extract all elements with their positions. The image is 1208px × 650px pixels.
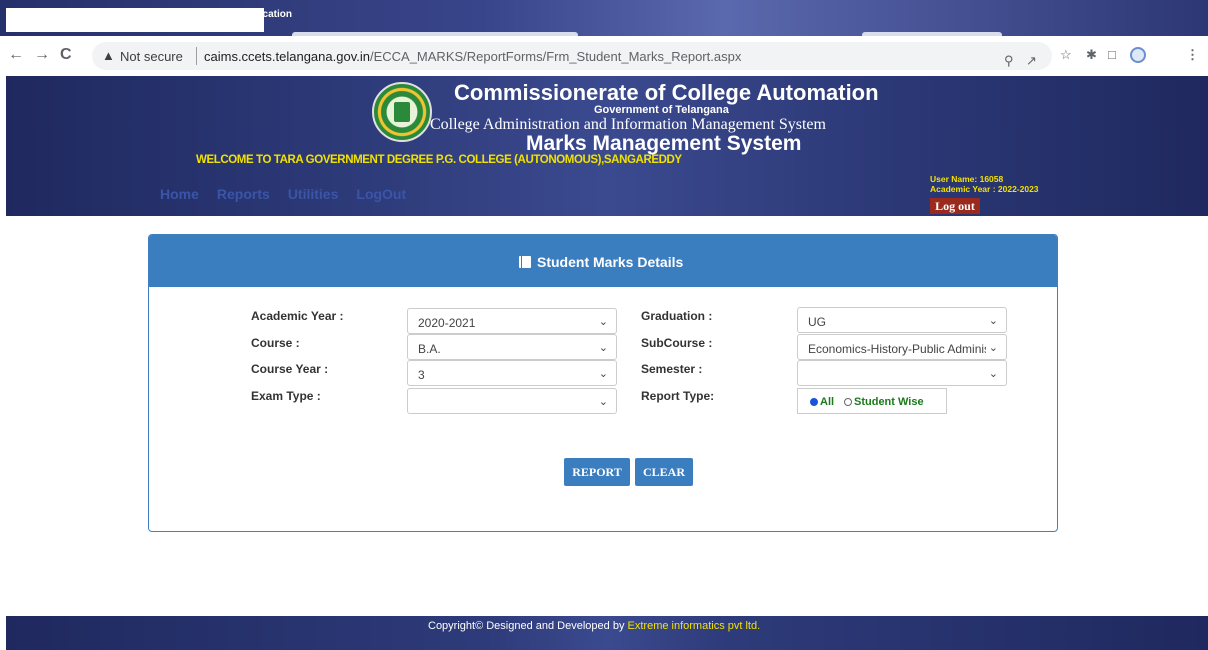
subcourse-value: Economics-History-Public Adminis — [808, 342, 991, 356]
book-icon — [519, 256, 531, 268]
clear-button[interactable]: CLEAR — [635, 458, 693, 486]
welcome-text: WELCOME TO TARA GOVERNMENT DEGREE P.G. C… — [196, 154, 682, 166]
address-separator — [196, 47, 197, 65]
extensions-icon[interactable]: ✱ — [1086, 47, 1097, 63]
header-subtitle: Government of Telangana — [594, 104, 729, 116]
course-select[interactable]: B.A. ⌄ — [407, 334, 617, 360]
chevron-down-icon: ⌄ — [598, 396, 608, 408]
panel-title: Student Marks Details — [537, 254, 684, 270]
security-label[interactable]: Not secure — [120, 49, 183, 64]
chevron-down-icon: ⌄ — [598, 342, 608, 354]
star-icon[interactable]: ☆ — [1060, 47, 1072, 63]
url-path: /ECCA_MARKS/ReportForms/Frm_Student_Mark… — [369, 49, 742, 64]
report-button[interactable]: REPORT — [564, 458, 630, 486]
user-info: User Name: 16058 Academic Year : 2022-20… — [930, 174, 1039, 194]
course-year-label: Course Year : — [251, 362, 329, 376]
site-footer: Copyright© Designed and Developed by Ext… — [6, 616, 1208, 650]
footer-link[interactable]: Extreme informatics pvt ltd. — [628, 620, 761, 632]
user-name-label: User Name: 16058 — [930, 174, 1004, 184]
page-root: Copyright © 2018 Commissionerate of Coll… — [0, 0, 1208, 650]
chevron-down-icon: ⌄ — [985, 341, 998, 354]
site-header: Commissionerate of College Automation Go… — [6, 76, 1208, 216]
panel-header: Student Marks Details — [149, 235, 1057, 287]
window-title-strip: Copyright © 2018 Commissionerate of Coll… — [0, 0, 1208, 36]
main-menu: Home Reports Utilities LogOut — [160, 186, 406, 202]
subcourse-label: SubCourse : — [641, 336, 713, 350]
chevron-down-icon: ⌄ — [598, 316, 608, 328]
copyright-strip-text: Copyright © 2018 Commissionerate of Coll… — [9, 9, 292, 20]
header-title: Commissionerate of College Automation — [454, 80, 879, 105]
graduation-value: UG — [808, 315, 826, 329]
report-type-radio-group: All Student Wise — [797, 388, 947, 414]
emblem-inner — [394, 102, 410, 122]
radio-all-label[interactable]: All — [820, 396, 834, 408]
radio-student-wise[interactable] — [844, 398, 852, 406]
subcourse-select[interactable]: Economics-History-Public Adminis ⌄ — [797, 334, 1007, 360]
semester-label: Semester : — [641, 362, 703, 376]
menu-logout[interactable]: LogOut — [356, 186, 406, 202]
forward-icon[interactable]: → — [34, 46, 50, 64]
exam-type-label: Exam Type : — [251, 389, 321, 403]
menu-home[interactable]: Home — [160, 186, 199, 202]
address-bar[interactable]: ▲ Not secure caims.ccets.telangana.gov.i… — [92, 42, 1052, 70]
telangana-emblem-icon — [372, 82, 432, 142]
academic-year-label: Academic Year : 2022-2023 — [930, 184, 1039, 194]
sidepanel-icon[interactable]: □ — [1108, 47, 1116, 62]
url-host: caims.ccets.telangana.gov.in — [204, 49, 370, 64]
course-year-value: 3 — [418, 368, 425, 382]
semester-select[interactable]: ⌄ — [797, 360, 1007, 386]
more-icon[interactable]: ⋮ — [1186, 47, 1199, 63]
browser-toolbar: ← → C ▲ Not secure caims.ccets.telangana… — [0, 36, 1208, 76]
radio-all[interactable] — [810, 398, 818, 406]
header-app-name: Marks Management System — [526, 132, 802, 155]
academic-year-select[interactable]: 2020-2021 ⌄ — [407, 308, 617, 334]
footer-text: Copyright© Designed and Developed by Ext… — [428, 620, 760, 632]
student-marks-panel: Student Marks Details Academic Year : 20… — [148, 234, 1058, 532]
report-type-label: Report Type: — [641, 389, 715, 403]
warning-icon[interactable]: ▲ — [102, 48, 115, 63]
radio-student-wise-label[interactable]: Student Wise — [854, 396, 924, 408]
profile-icon[interactable] — [1130, 47, 1146, 63]
academic-year-label-text: Academic Year : — [251, 309, 344, 323]
back-icon[interactable]: ← — [8, 46, 24, 64]
exam-type-select[interactable]: ⌄ — [407, 388, 617, 414]
url-text[interactable]: caims.ccets.telangana.gov.in/ECCA_MARKS/… — [204, 49, 741, 64]
share-icon[interactable]: ↗ — [1026, 53, 1037, 69]
footer-copyright: Copyright© Designed and Developed by — [428, 620, 628, 632]
chevron-down-icon: ⌄ — [598, 368, 608, 380]
zoom-icon[interactable]: ⚲ — [1004, 53, 1014, 69]
menu-reports[interactable]: Reports — [217, 186, 270, 202]
course-year-select[interactable]: 3 ⌄ — [407, 360, 617, 386]
graduation-select[interactable]: UG ⌄ — [797, 307, 1007, 333]
academic-year-value: 2020-2021 — [418, 316, 476, 330]
chevron-down-icon: ⌄ — [988, 368, 998, 380]
course-value: B.A. — [418, 342, 441, 356]
chevron-down-icon: ⌄ — [988, 315, 998, 327]
course-label: Course : — [251, 336, 300, 350]
reload-icon[interactable]: C — [60, 46, 72, 64]
graduation-label: Graduation : — [641, 309, 713, 323]
logout-button[interactable]: Log out — [930, 198, 980, 214]
menu-utilities[interactable]: Utilities — [288, 186, 339, 202]
